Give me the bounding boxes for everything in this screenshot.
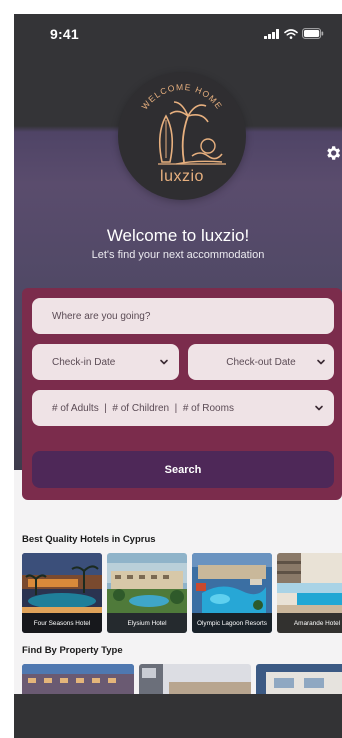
destination-placeholder: Where are you going? xyxy=(52,310,151,322)
hotel-name: Elysium Hotel xyxy=(107,613,187,633)
gear-icon[interactable] xyxy=(324,144,342,162)
chevron-down-icon xyxy=(315,405,323,411)
hotel-name: Olympic Lagoon Resorts xyxy=(192,613,272,633)
status-time: 9:41 xyxy=(50,26,79,42)
property-type-section-title: Find By Property Type xyxy=(22,645,123,656)
hotel-card-four-seasons[interactable]: Four Seasons Hotel xyxy=(22,553,102,633)
property-photo xyxy=(139,664,251,694)
bottom-navigation-bar xyxy=(14,694,342,738)
search-button[interactable]: Search xyxy=(32,451,334,488)
welcome-subtitle: Let's find your next accommodation xyxy=(91,249,265,261)
property-type-card[interactable] xyxy=(22,664,134,694)
checkout-label: Check-out Date xyxy=(226,356,296,368)
checkin-label: Check-in Date xyxy=(52,356,116,368)
destination-input[interactable]: Where are you going? xyxy=(32,298,334,334)
property-photo xyxy=(256,664,342,694)
chevron-down-icon xyxy=(160,359,168,365)
hotels-section-title: Best Quality Hotels in Cyprus xyxy=(22,534,156,545)
battery-icon xyxy=(302,28,324,39)
status-icons xyxy=(264,28,324,39)
welcome-title: Welcome to luxzio! xyxy=(106,226,250,245)
property-type-card[interactable] xyxy=(139,664,251,694)
status-bar: 9:41 xyxy=(14,14,342,54)
checkin-date-select[interactable]: Check-in Date xyxy=(32,344,179,380)
signal-icon xyxy=(264,28,279,39)
guests-label: # of Adults | # of Children | # of Rooms xyxy=(52,402,234,414)
property-type-carousel[interactable] xyxy=(22,664,342,694)
hotel-card-amarande[interactable]: Amarande Hotel xyxy=(277,553,342,633)
checkout-date-select[interactable]: Check-out Date xyxy=(188,344,334,380)
app-screen: 9:41 WELCOME HOME luxzio Welcome to luxz… xyxy=(14,14,342,738)
chevron-down-icon xyxy=(317,359,325,365)
property-type-card[interactable] xyxy=(256,664,342,694)
guests-rooms-select[interactable]: # of Adults | # of Children | # of Rooms xyxy=(32,390,334,426)
property-photo xyxy=(22,664,134,694)
brand-logo: WELCOME HOME luxzio xyxy=(118,72,246,200)
hotel-name: Four Seasons Hotel xyxy=(22,613,102,633)
wifi-icon xyxy=(284,28,298,39)
logo-wordmark: luxzio xyxy=(160,168,204,185)
hotel-name: Amarande Hotel xyxy=(277,613,342,633)
hotel-carousel[interactable]: Four Seasons Hotel Elysium Hotel Olympic… xyxy=(22,553,342,633)
hotel-card-elysium[interactable]: Elysium Hotel xyxy=(107,553,187,633)
hotel-card-olympic-lagoon[interactable]: Olympic Lagoon Resorts xyxy=(192,553,272,633)
search-form: Where are you going? Check-in Date Check… xyxy=(22,288,342,500)
